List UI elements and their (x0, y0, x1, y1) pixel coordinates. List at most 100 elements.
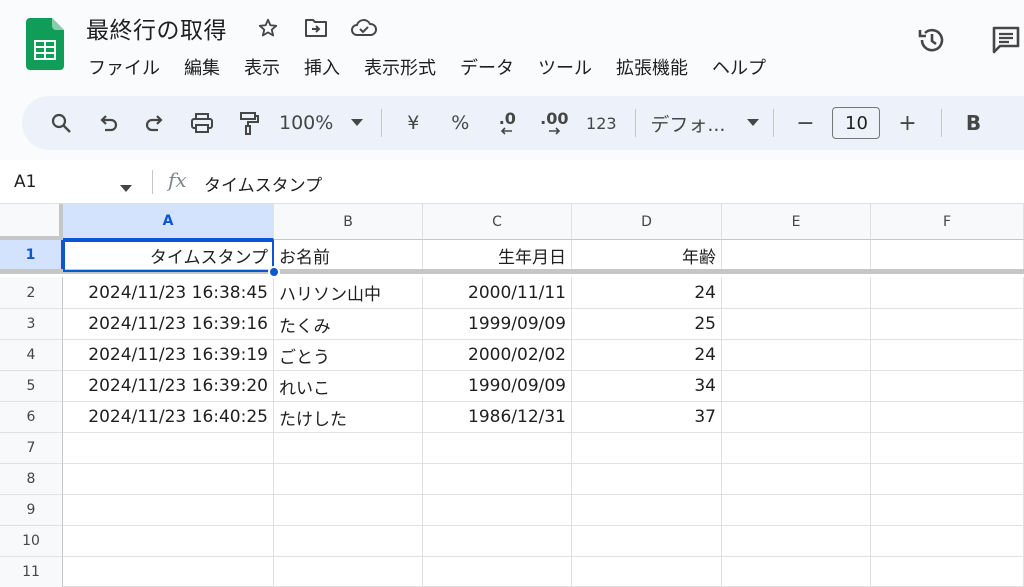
cell-a8[interactable] (63, 464, 274, 495)
cell-c5[interactable]: 1990/09/09 (423, 371, 572, 402)
cell-a9[interactable] (63, 495, 274, 526)
font-family-select[interactable]: デフォ... (650, 110, 760, 137)
column-header-d[interactable]: D (572, 204, 722, 240)
percent-format-button[interactable]: % (443, 104, 477, 142)
number-format-button[interactable]: 123 (584, 104, 618, 142)
row-header-3[interactable]: 3 (0, 309, 63, 340)
cloud-saved-icon[interactable] (347, 12, 381, 44)
row-header-4[interactable]: 4 (0, 340, 63, 371)
cell-c1[interactable]: 生年月日 (423, 240, 572, 271)
cell-f6[interactable] (871, 402, 1024, 433)
cell-a5[interactable]: 2024/11/23 16:39:20 (63, 371, 274, 402)
increase-font-size-button[interactable]: + (890, 104, 924, 142)
menu-help[interactable]: ヘルプ (712, 54, 778, 80)
currency-format-button[interactable]: ¥ (396, 104, 430, 142)
row-header-2[interactable]: 2 (0, 277, 63, 309)
fill-handle[interactable] (268, 266, 280, 278)
comments-icon[interactable] (988, 22, 1024, 58)
cell-f2[interactable] (871, 277, 1024, 309)
menu-format[interactable]: 表示形式 (364, 54, 448, 80)
cell-e5[interactable] (722, 371, 871, 402)
frozen-row-divider[interactable] (0, 269, 1024, 274)
row-header-5[interactable]: 5 (0, 371, 63, 402)
redo-icon[interactable] (138, 104, 172, 142)
star-icon[interactable] (251, 12, 285, 44)
decrease-font-size-button[interactable]: − (788, 104, 822, 142)
cell-b9[interactable] (274, 495, 423, 526)
cell-d8[interactable] (572, 464, 722, 495)
zoom-select[interactable]: 100% (279, 112, 364, 134)
cell-b3[interactable]: たくみ (274, 309, 423, 340)
cell-b2[interactable]: ハリソン山中 (274, 277, 423, 309)
cell-a11[interactable] (63, 557, 274, 587)
cell-e11[interactable] (722, 557, 871, 587)
cell-c9[interactable] (423, 495, 572, 526)
cell-e1[interactable] (722, 240, 871, 271)
cell-e7[interactable] (722, 433, 871, 464)
cell-f8[interactable] (871, 464, 1024, 495)
cell-b6[interactable]: たけした (274, 402, 423, 433)
cell-f5[interactable] (871, 371, 1024, 402)
column-header-e[interactable]: E (722, 204, 871, 240)
menu-file[interactable]: ファイル (88, 54, 172, 80)
cell-d3[interactable]: 25 (572, 309, 722, 340)
row-header-1[interactable]: 1 (0, 240, 63, 271)
cell-d11[interactable] (572, 557, 722, 587)
cell-b10[interactable] (274, 526, 423, 557)
cell-c7[interactable] (423, 433, 572, 464)
row-header-10[interactable]: 10 (0, 526, 63, 557)
row-header-8[interactable]: 8 (0, 464, 63, 495)
column-header-b[interactable]: B (274, 204, 423, 240)
cell-a7[interactable] (63, 433, 274, 464)
cell-d4[interactable]: 24 (572, 340, 722, 371)
search-menus-icon[interactable] (44, 104, 78, 142)
cell-a10[interactable] (63, 526, 274, 557)
row-header-7[interactable]: 7 (0, 433, 63, 464)
cell-b1[interactable]: お名前 (274, 240, 423, 271)
chevron-down-icon[interactable] (120, 178, 132, 197)
cell-e9[interactable] (722, 495, 871, 526)
decrease-decimal-button[interactable]: .0 (490, 104, 524, 142)
cell-c4[interactable]: 2000/02/02 (423, 340, 572, 371)
cell-c11[interactable] (423, 557, 572, 587)
cell-f3[interactable] (871, 309, 1024, 340)
column-header-f[interactable]: F (871, 204, 1024, 240)
cell-e2[interactable] (722, 277, 871, 309)
cell-e3[interactable] (722, 309, 871, 340)
cell-d5[interactable]: 34 (572, 371, 722, 402)
document-title[interactable]: 最終行の取得 (86, 11, 227, 45)
cell-f7[interactable] (871, 433, 1024, 464)
cell-b4[interactable]: ごとう (274, 340, 423, 371)
cell-a6[interactable]: 2024/11/23 16:40:25 (63, 402, 274, 433)
column-header-c[interactable]: C (423, 204, 572, 240)
menu-data[interactable]: データ (460, 54, 526, 80)
sheets-logo-icon[interactable] (26, 18, 64, 70)
name-box[interactable]: A1 (14, 172, 36, 192)
cell-f10[interactable] (871, 526, 1024, 557)
row-header-11[interactable]: 11 (0, 557, 63, 587)
row-header-6[interactable]: 6 (0, 402, 63, 433)
cell-a1[interactable]: タイムスタンプ (63, 240, 274, 271)
cell-a2[interactable]: 2024/11/23 16:38:45 (63, 277, 274, 309)
row-header-9[interactable]: 9 (0, 495, 63, 526)
cell-e6[interactable] (722, 402, 871, 433)
font-size-input[interactable]: 10 (832, 107, 881, 139)
cell-f11[interactable] (871, 557, 1024, 587)
menu-edit[interactable]: 編集 (184, 54, 232, 80)
cell-b7[interactable] (274, 433, 423, 464)
cell-c3[interactable]: 1999/09/09 (423, 309, 572, 340)
version-history-icon[interactable] (914, 22, 950, 58)
cell-a3[interactable]: 2024/11/23 16:39:16 (63, 309, 274, 340)
cell-d9[interactable] (572, 495, 722, 526)
select-all-corner[interactable] (0, 204, 63, 240)
menu-insert[interactable]: 挿入 (304, 54, 352, 80)
menu-view[interactable]: 表示 (244, 54, 292, 80)
cell-e10[interactable] (722, 526, 871, 557)
formula-input[interactable]: タイムスタンプ (204, 171, 322, 196)
cell-e4[interactable] (722, 340, 871, 371)
cell-c10[interactable] (423, 526, 572, 557)
cell-c2[interactable]: 2000/11/11 (423, 277, 572, 309)
print-icon[interactable] (185, 104, 219, 142)
menu-tools[interactable]: ツール (538, 54, 604, 80)
increase-decimal-button[interactable]: .00 (537, 104, 571, 142)
